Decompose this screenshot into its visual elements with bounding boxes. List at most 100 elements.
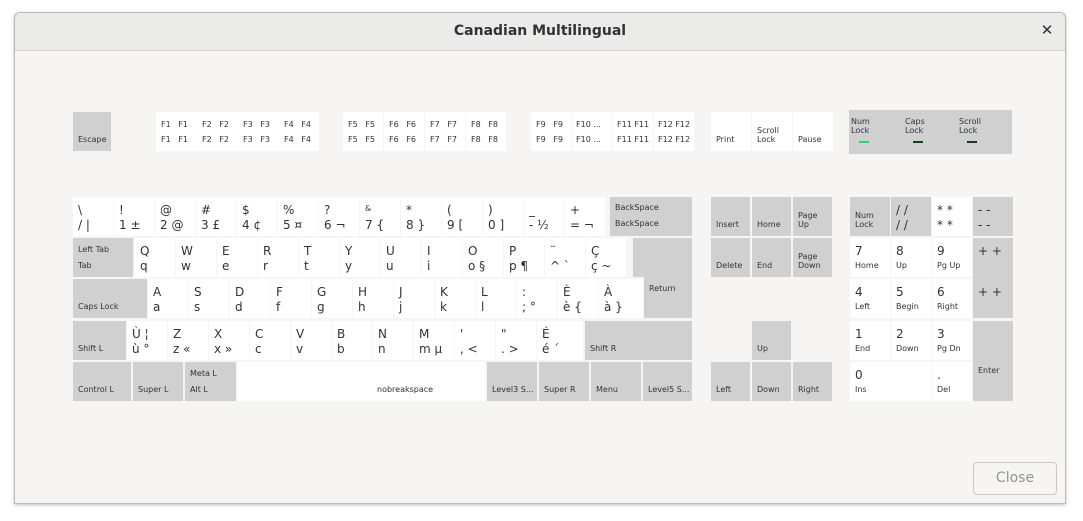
key-h[interactable]: H h bbox=[353, 279, 393, 318]
key-control-left[interactable]: Control L bbox=[73, 362, 131, 401]
key-e[interactable]: E e bbox=[217, 238, 257, 277]
key-u[interactable]: U u bbox=[381, 238, 421, 277]
key-slash[interactable]: É é ´ bbox=[537, 321, 583, 360]
key-period[interactable]: " . > bbox=[496, 321, 536, 360]
key-kp-multiply[interactable]: * * * * bbox=[932, 197, 972, 236]
key-6[interactable]: ? 6 ¬ bbox=[319, 197, 359, 236]
key-f[interactable]: F f bbox=[271, 279, 311, 318]
key-shift-right[interactable]: Shift R bbox=[585, 321, 692, 360]
key-bracket-left[interactable]: ¨ ^ ` bbox=[545, 238, 585, 277]
key-kp-enter[interactable]: Enter bbox=[973, 321, 1013, 401]
key-kp-3[interactable]: 3 Pg Dn bbox=[932, 321, 972, 360]
key-kp-subtract[interactable]: - - - - bbox=[973, 197, 1013, 236]
key-level5-shift[interactable]: Level5 S... bbox=[643, 362, 692, 401]
key-escape[interactable]: Escape bbox=[73, 112, 111, 151]
key-kp-divide[interactable]: / / / / bbox=[891, 197, 931, 236]
key-home[interactable]: Home bbox=[752, 197, 791, 236]
key-5[interactable]: % 5 ¤ bbox=[278, 197, 318, 236]
key-bracket-right[interactable]: Ç ç ~ bbox=[586, 238, 626, 277]
key-b[interactable]: B b bbox=[332, 321, 372, 360]
key-p[interactable]: P p ¶ bbox=[504, 238, 544, 277]
key-return-top[interactable] bbox=[633, 238, 692, 277]
key-f4[interactable]: F4 F4 F4 F4 bbox=[279, 112, 319, 151]
key-up[interactable]: Up bbox=[752, 321, 791, 360]
key-return[interactable]: Return bbox=[644, 275, 692, 318]
key-down[interactable]: Down bbox=[752, 362, 791, 401]
key-f7[interactable]: F7 F7 F7 F7 bbox=[425, 112, 465, 151]
key-delete[interactable]: Delete bbox=[711, 238, 750, 277]
key-j[interactable]: J j bbox=[394, 279, 434, 318]
key-kp-7[interactable]: 7 Home bbox=[850, 238, 890, 277]
key-kp-2[interactable]: 2 Down bbox=[891, 321, 931, 360]
key-apostrophe[interactable]: È è { bbox=[558, 279, 598, 318]
key-m[interactable]: M m µ bbox=[414, 321, 454, 360]
key-grave[interactable]: \ / | bbox=[73, 197, 113, 236]
key-page-down[interactable]: Page Down bbox=[793, 238, 832, 277]
key-kp-9[interactable]: 9 Pg Up bbox=[932, 238, 972, 277]
key-w[interactable]: W w bbox=[176, 238, 216, 277]
key-f2[interactable]: F2 F2 F2 F2 bbox=[197, 112, 237, 151]
key-n[interactable]: N n bbox=[373, 321, 413, 360]
key-semicolon[interactable]: : ; ° bbox=[517, 279, 557, 318]
key-c[interactable]: C c bbox=[250, 321, 290, 360]
key-d[interactable]: D d bbox=[230, 279, 270, 318]
key-f10[interactable]: F10 ... F10 ... bbox=[572, 112, 612, 151]
key-tab[interactable]: Left Tab Tab bbox=[73, 238, 133, 277]
key-0[interactable]: ) 0 ] bbox=[483, 197, 523, 236]
key-x[interactable]: X x » bbox=[209, 321, 249, 360]
key-r[interactable]: R r bbox=[258, 238, 298, 277]
key-kp-0[interactable]: 0 Ins bbox=[850, 362, 931, 401]
key-kp-1[interactable]: 1 End bbox=[850, 321, 890, 360]
key-page-up[interactable]: Page Up bbox=[793, 197, 832, 236]
key-s[interactable]: S s bbox=[189, 279, 229, 318]
key-1[interactable]: ! 1 ± bbox=[114, 197, 154, 236]
key-f3[interactable]: F3 F3 F3 F3 bbox=[238, 112, 278, 151]
key-kp-4[interactable]: 4 Left bbox=[850, 279, 890, 318]
key-pause[interactable]: Pause bbox=[793, 112, 833, 151]
key-space[interactable]: nobreakspace bbox=[238, 362, 485, 401]
key-y[interactable]: Y y bbox=[340, 238, 380, 277]
key-3[interactable]: # 3 £ bbox=[196, 197, 236, 236]
key-7[interactable]: & 7 { bbox=[360, 197, 400, 236]
key-menu[interactable]: Menu bbox=[591, 362, 641, 401]
key-9[interactable]: ( 9 [ bbox=[442, 197, 482, 236]
key-end[interactable]: End bbox=[752, 238, 791, 277]
close-icon[interactable]: ✕ bbox=[1037, 20, 1057, 40]
key-right[interactable]: Right bbox=[793, 362, 832, 401]
key-f1[interactable]: F1 F1 F1 F1 bbox=[156, 112, 196, 151]
key-z[interactable]: Z z « bbox=[168, 321, 208, 360]
key-i[interactable]: I i bbox=[422, 238, 462, 277]
key-a[interactable]: A a bbox=[148, 279, 188, 318]
key-level3-shift[interactable]: Level3 S... bbox=[487, 362, 537, 401]
key-super-left[interactable]: Super L bbox=[133, 362, 183, 401]
key-l[interactable]: L l bbox=[476, 279, 516, 318]
key-kp-decimal[interactable]: . Del bbox=[932, 362, 972, 401]
key-f11[interactable]: F11 F11 F11 F11 bbox=[613, 112, 653, 151]
key-caps-lock[interactable]: Caps Lock bbox=[73, 279, 147, 318]
key-print[interactable]: Print bbox=[711, 112, 751, 151]
key-8[interactable]: * 8 } bbox=[401, 197, 441, 236]
key-f8[interactable]: F8 F8 F8 F8 bbox=[466, 112, 506, 151]
key-f12[interactable]: F12 F12 F12 F12 bbox=[654, 112, 694, 151]
key-g[interactable]: G g bbox=[312, 279, 352, 318]
close-button[interactable]: Close bbox=[973, 462, 1057, 495]
key-insert[interactable]: Insert bbox=[711, 197, 750, 236]
key-kp-6[interactable]: 6 Right bbox=[932, 279, 972, 318]
key-o[interactable]: O o § bbox=[463, 238, 503, 277]
key-equal[interactable]: + = ¬ bbox=[565, 197, 605, 236]
key-2[interactable]: @ 2 @ bbox=[155, 197, 195, 236]
key-backspace[interactable]: BackSpace BackSpace bbox=[610, 197, 692, 236]
key-comma[interactable]: ' , < bbox=[455, 321, 495, 360]
key-super-right[interactable]: Super R bbox=[539, 362, 589, 401]
key-kp-add[interactable]: + + + + bbox=[973, 238, 1013, 318]
key-v[interactable]: V v bbox=[291, 321, 331, 360]
key-k[interactable]: K k bbox=[435, 279, 475, 318]
key-num-lock[interactable]: Num Lock bbox=[850, 197, 890, 236]
key-t[interactable]: T t bbox=[299, 238, 339, 277]
key-kp-8[interactable]: 8 Up bbox=[891, 238, 931, 277]
key-shift-left[interactable]: Shift L bbox=[73, 321, 126, 360]
key-q[interactable]: Q q bbox=[135, 238, 175, 277]
key-minus[interactable]: _ - ½ bbox=[524, 197, 564, 236]
key-left[interactable]: Left bbox=[711, 362, 750, 401]
key-lsgt[interactable]: Ù ¦ ù ° bbox=[127, 321, 167, 360]
